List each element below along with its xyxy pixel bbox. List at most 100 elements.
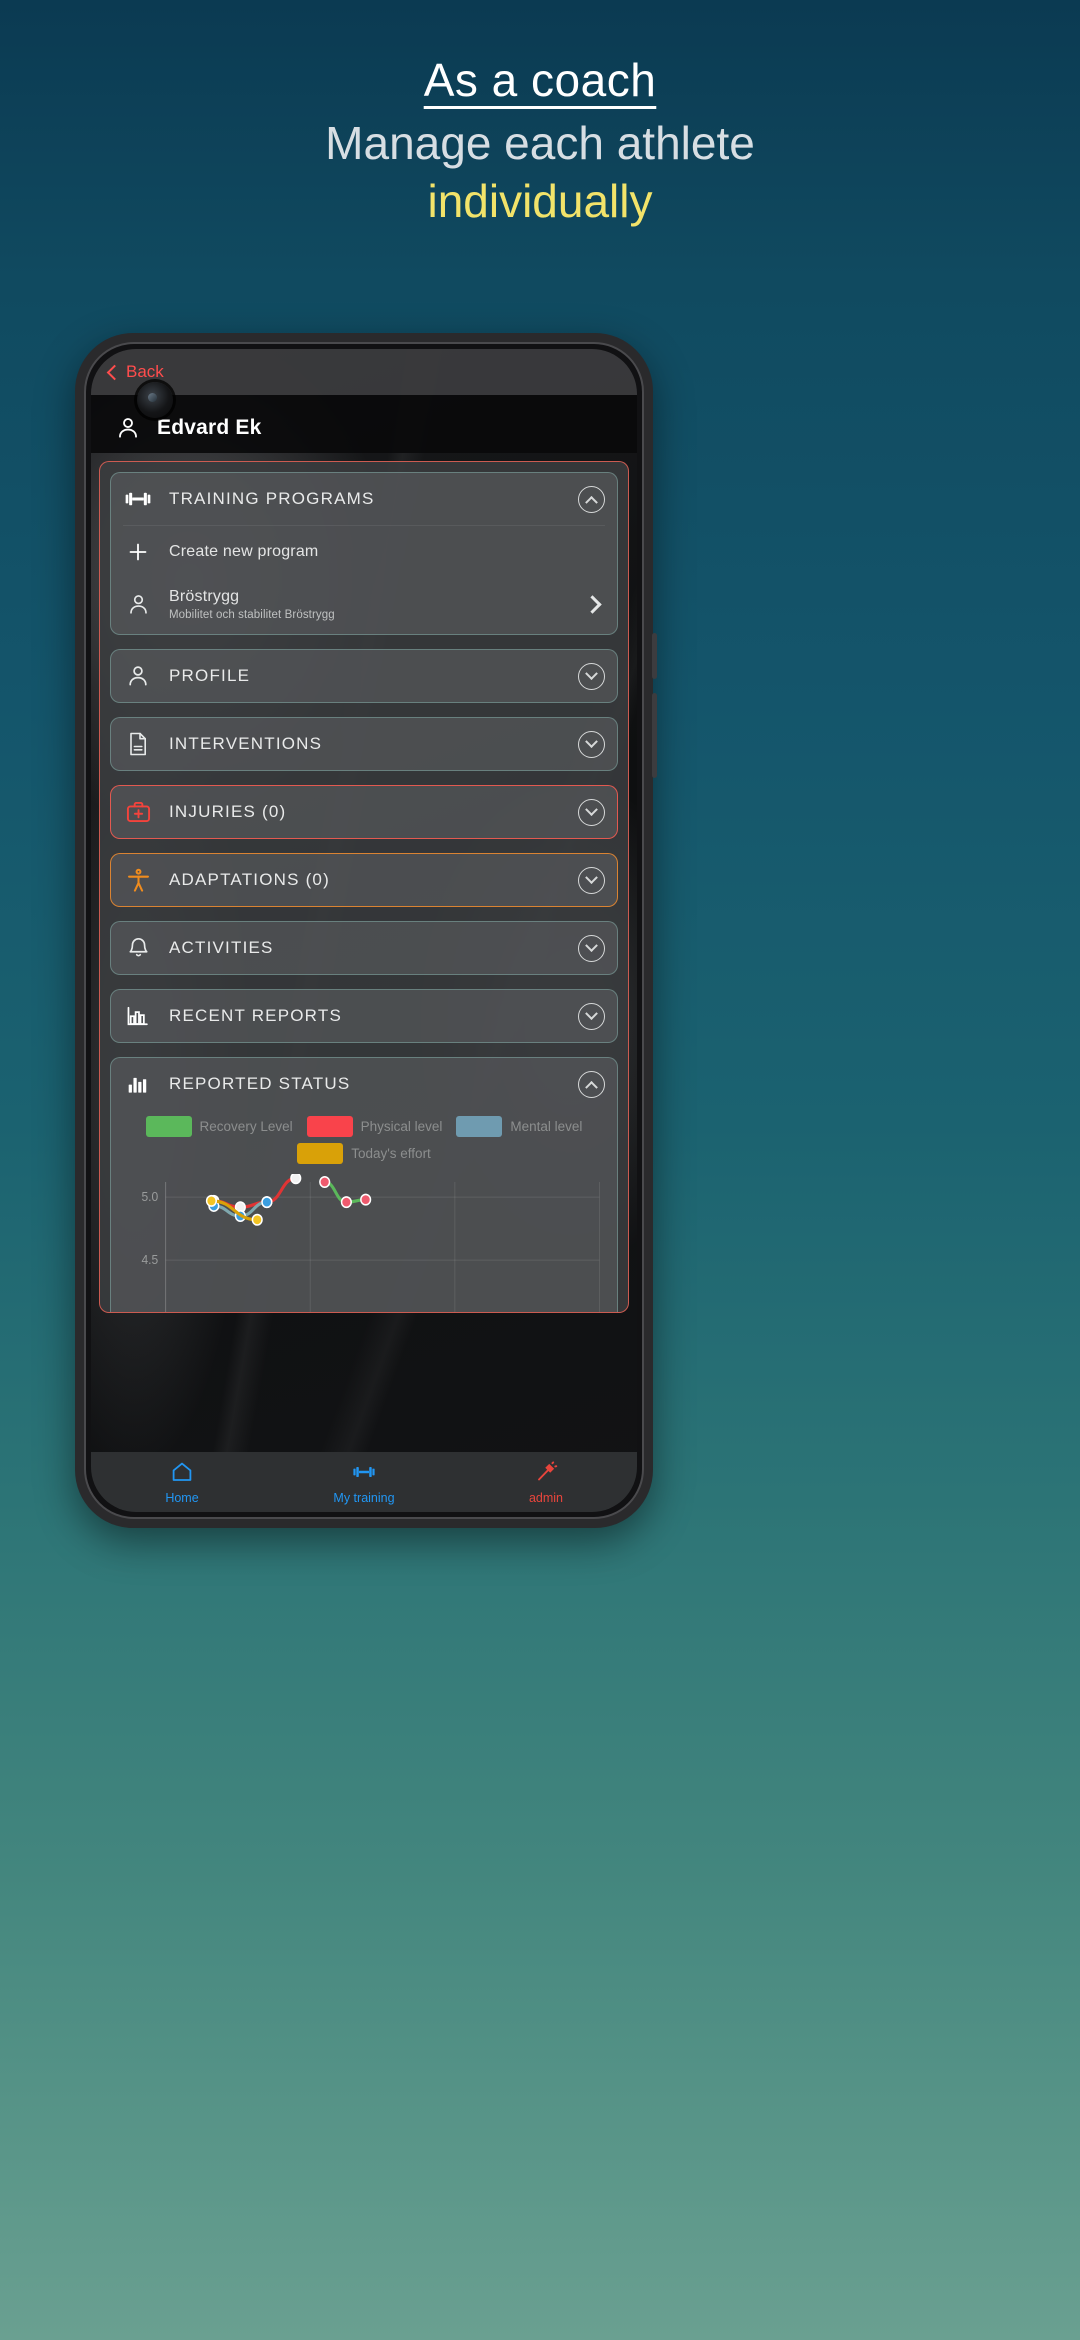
accessibility-icon [123,867,153,894]
athlete-header: Edvard Ek [91,395,637,453]
chart-data-point[interactable] [360,1193,372,1206]
program-title: Bröstrygg [169,587,240,605]
chevron-up-circle-icon[interactable] [578,1070,605,1098]
create-new-program-label: Create new program [169,543,319,560]
chevron-down-circle-icon[interactable] [578,662,605,690]
section-header-injuries[interactable]: INJURIES (0) [123,786,605,838]
chevron-right-icon[interactable] [583,594,602,614]
first-aid-kit-icon [123,799,153,826]
athlete-name: Edvard Ek [157,416,262,439]
section-label: REPORTED STATUS [169,1074,351,1093]
chart-data-point[interactable] [251,1213,263,1226]
chevron-down-circle-icon[interactable] [578,798,605,826]
program-description: Mobilitet och stabilitet Bröstrygg [169,608,335,621]
legend-label: Mental level [510,1119,583,1134]
section-label: INTERVENTIONS [169,734,323,753]
nav-item-my-training[interactable]: My training [273,1460,455,1505]
legend-swatch-effort [297,1143,344,1164]
reported-status-line-chart[interactable]: 5.04.54.03.53.0 [123,1174,605,1313]
bell-icon [123,935,153,961]
section-training-programs[interactable]: TRAINING PROGRAMS Create new program Brö… [110,472,618,635]
section-header-reported-status[interactable]: REPORTED STATUS [123,1058,605,1110]
chevron-down-circle-icon[interactable] [578,934,605,962]
athlete-detail-panel: TRAINING PROGRAMS Create new program Brö… [99,461,629,1313]
plus-icon [123,540,153,564]
phone-volume-button [652,633,657,679]
phone-power-button [652,693,657,778]
legend-label: Today's effort [351,1146,431,1161]
chevron-down-circle-icon[interactable] [578,1002,605,1030]
section-header-profile[interactable]: PROFILE [123,650,605,702]
hero-line-1-wrapper: As a coach [0,54,1080,106]
front-camera-punch-hole [137,382,173,418]
document-icon [123,731,153,757]
status-bar: Back [91,349,637,395]
chevron-down-circle-icon[interactable] [578,866,605,894]
chart-data-point[interactable] [319,1176,331,1188]
chevron-left-icon [106,364,123,380]
nav-item-home[interactable]: Home [91,1460,273,1505]
legend-label: Physical level [360,1119,443,1134]
phone-mockup: Back Edvard Ek TRAINING PROGRAMS Create … [75,333,657,1528]
person-icon [113,415,143,441]
program-list-item[interactable]: Bröstrygg Mobilitet och stabilitet Bröst… [123,578,605,630]
section-label: RECENT REPORTS [169,1006,342,1025]
section-label: ACTIVITIES [169,938,274,957]
section-header-recent-reports[interactable]: RECENT REPORTS [123,990,605,1042]
phone-bezel: Back Edvard Ek TRAINING PROGRAMS Create … [84,342,644,1519]
section-header-activities[interactable]: ACTIVITIES [123,922,605,974]
hero-headline: As a coach [423,54,657,106]
bar-chart-icon [123,1071,153,1097]
back-button-label: Back [126,362,164,381]
back-button[interactable]: Back [106,362,164,382]
bar-chart-icon [123,1003,153,1029]
person-icon [123,592,153,617]
chart-data-point[interactable] [290,1174,302,1185]
phone-screen: Back Edvard Ek TRAINING PROGRAMS Create … [91,349,637,1512]
section-header-adaptations[interactable]: ADAPTATIONS (0) [123,854,605,906]
section-label: INJURIES (0) [169,802,287,821]
section-header-training-programs[interactable]: TRAINING PROGRAMS [123,473,605,525]
section-label: PROFILE [169,666,251,685]
section-recent-reports[interactable]: RECENT REPORTS [110,989,618,1043]
nav-label: admin [528,1490,564,1505]
wand-icon [534,1460,558,1488]
nav-item-admin[interactable]: admin [455,1460,637,1505]
dumbbell-icon [123,485,153,513]
chart-legend: Recovery Level Physical level Mental lev… [123,1110,605,1174]
chart-data-point[interactable] [205,1194,217,1207]
nav-label: My training [333,1490,395,1505]
section-interventions[interactable]: INTERVENTIONS [110,717,618,771]
section-adaptations[interactable]: ADAPTATIONS (0) [110,853,618,907]
legend-item[interactable]: Today's effort [297,1143,431,1164]
section-reported-status[interactable]: REPORTED STATUS Recovery Level Physical … [110,1057,618,1313]
hero-text-block: As a coach Manage each athlete individua… [0,54,1080,228]
legend-swatch-physical [306,1116,353,1137]
chart-data-point[interactable] [261,1196,273,1209]
legend-label: Recovery Level [199,1119,293,1134]
section-label: ADAPTATIONS (0) [169,870,330,889]
legend-swatch-recovery [145,1116,192,1137]
chart-y-tick-label: 5.0 [141,1190,158,1205]
chart-y-tick-label: 4.5 [141,1253,158,1268]
create-new-program-row[interactable]: Create new program [123,526,605,578]
section-profile[interactable]: PROFILE [110,649,618,703]
chevron-up-circle-icon[interactable] [578,485,605,513]
nav-label: Home [165,1490,199,1505]
hero-highlight-word: individually [427,174,653,227]
legend-swatch-mental [456,1116,503,1137]
legend-item[interactable]: Physical level [306,1116,443,1137]
chart-plot-area[interactable]: 5.04.54.03.53.0 [123,1174,605,1313]
section-injuries[interactable]: INJURIES (0) [110,785,618,839]
person-icon [123,663,153,689]
bottom-navigation-bar: Home My training admin [91,1452,637,1512]
legend-item[interactable]: Mental level [456,1116,582,1137]
hero-subheadline: Manage each athlete [325,116,755,169]
section-header-interventions[interactable]: INTERVENTIONS [123,718,605,770]
section-activities[interactable]: ACTIVITIES [110,921,618,975]
chevron-down-circle-icon[interactable] [578,730,605,758]
legend-item[interactable]: Recovery Level [145,1116,293,1137]
dumbbell-icon [351,1466,377,1488]
section-label: TRAINING PROGRAMS [169,489,375,508]
chart-data-point[interactable] [340,1196,352,1209]
